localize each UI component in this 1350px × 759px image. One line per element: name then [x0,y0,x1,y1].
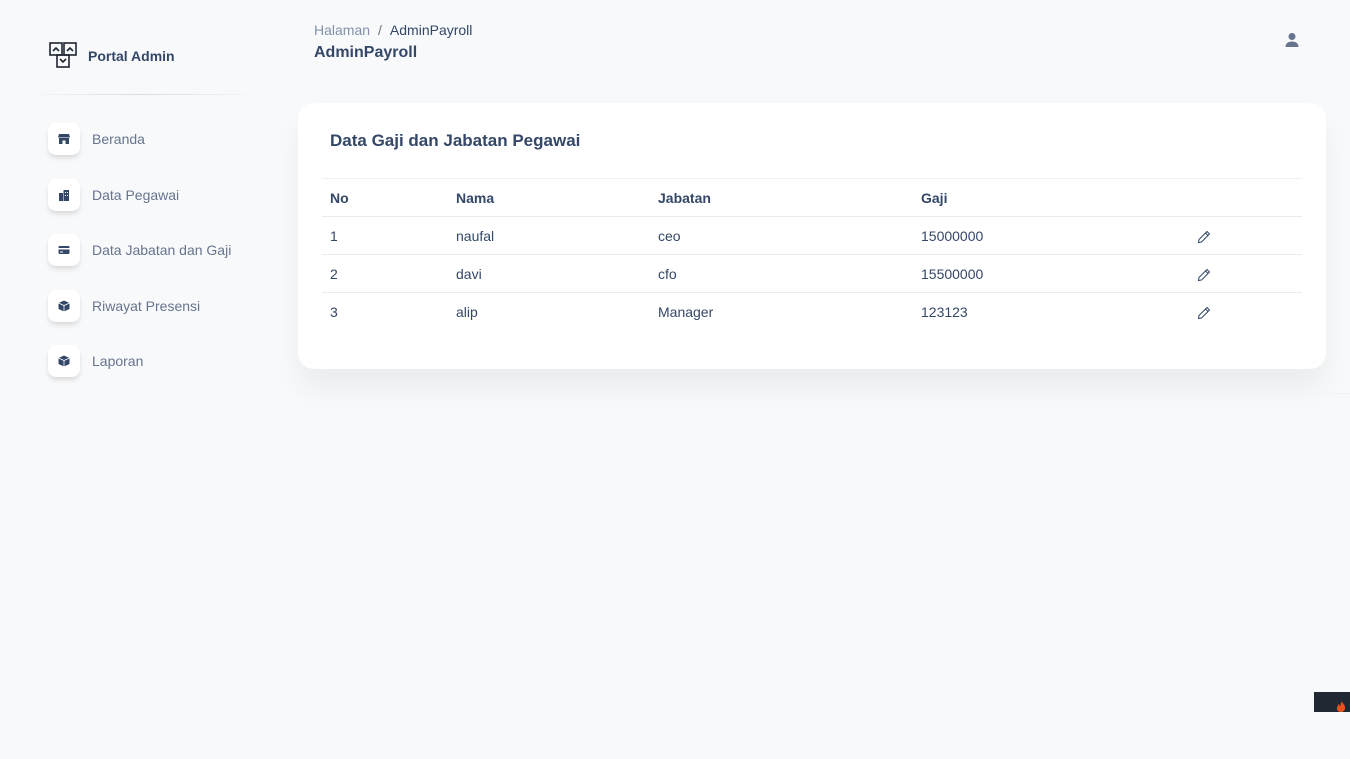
brand-name: Portal Admin [88,48,175,64]
debug-toolbar-toggle[interactable] [1314,692,1350,712]
user-icon[interactable] [1284,32,1300,48]
portal-logo-icon [49,42,77,68]
sidebar: Portal Admin Beranda Data Pegawai Data J… [24,0,260,420]
breadcrumb: Halaman / AdminPayroll [314,22,472,38]
sidebar-item-label: Beranda [92,131,145,147]
breadcrumb-root-link[interactable]: Halaman [314,22,370,38]
content-footer-area [298,369,1350,394]
cell-action [1189,216,1302,255]
cell-jabatan: Manager [658,303,714,320]
sidebar-item-data-jabatan-dan-gaji[interactable]: Data Jabatan dan Gaji [48,234,231,266]
salary-position-card: Data Gaji dan Jabatan Pegawai No Nama Ja… [298,103,1326,369]
column-header-jabatan: Jabatan [650,178,913,217]
flame-icon [1336,701,1346,712]
page-title: AdminPayroll [314,44,418,61]
column-header-action [1189,178,1302,217]
table-row: 3 alip Manager 123123 [322,293,1302,331]
sidebar-item-label: Data Pegawai [92,186,180,203]
column-header-no: No [322,178,448,217]
sidebar-divider [24,94,260,95]
breadcrumb-separator: / [378,22,382,38]
box-icon [48,345,80,377]
cell-gaji: 123123 [921,303,968,320]
sidebar-item-data-pegawai[interactable]: Data Pegawai [48,178,231,211]
cell-gaji: 15500000 [913,254,1189,293]
office-icon [48,178,80,211]
table-row: 1 naufal ceo 15000000 [322,216,1302,255]
column-header-gaji: Gaji [913,178,1189,217]
column-header-nama: Nama [448,178,650,217]
card-title: Data Gaji dan Jabatan Pegawai [330,131,581,150]
cell-nama: naufal [448,216,650,255]
sidebar-item-riwayat-presensi[interactable]: Riwayat Presensi [48,289,231,322]
sidebar-item-label: Riwayat Presensi [92,297,201,314]
brand[interactable]: Portal Admin [48,40,175,72]
sidebar-item-beranda[interactable]: Beranda [48,123,231,155]
cell-no: 1 [322,216,448,255]
cell-action [1189,293,1302,331]
sidebar-item-label: Data Jabatan dan Gaji [92,242,232,258]
table-row: 2 davi cfo 15500000 [322,254,1302,293]
cell-jabatan: cfo [650,254,913,293]
credit-card-icon [48,234,80,266]
pencil-icon[interactable] [1197,306,1211,320]
sidebar-nav: Beranda Data Pegawai Data Jabatan dan Ga… [48,123,231,401]
pencil-icon[interactable] [1197,268,1211,282]
table-container: No Nama Jabatan Gaji 1 naufal ceo 150000… [322,178,1302,330]
cell-nama: alip [456,303,478,320]
table-header-row: No Nama Jabatan Gaji [322,178,1302,217]
sidebar-item-laporan[interactable]: Laporan [48,345,231,377]
cell-nama: davi [448,254,650,293]
cell-jabatan: ceo [650,216,913,255]
sidebar-item-label: Laporan [92,353,144,369]
cell-no: 3 [330,303,338,320]
box-icon [48,289,80,322]
shop-icon [48,123,80,155]
salary-table: No Nama Jabatan Gaji 1 naufal ceo 150000… [322,178,1302,330]
breadcrumb-current: AdminPayroll [389,22,473,38]
pencil-icon[interactable] [1197,230,1211,244]
cell-gaji: 15000000 [913,216,1189,255]
cell-action [1189,254,1302,293]
cell-no: 2 [322,254,448,293]
